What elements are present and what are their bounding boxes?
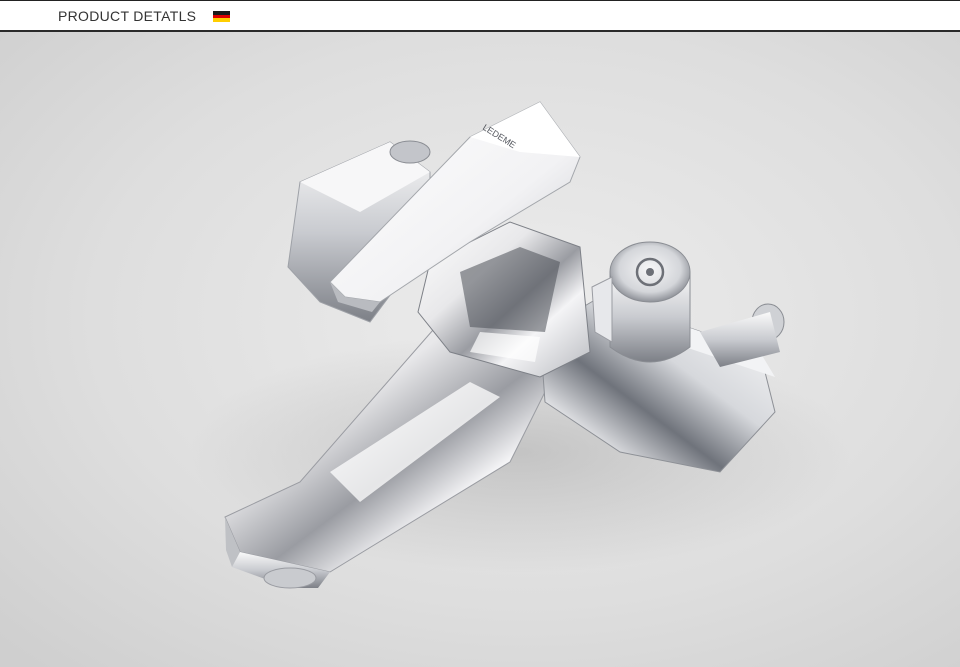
product-details-page: PRODUCT DETATLS LEDEME: [0, 0, 960, 667]
faucet-icon: LEDEME: [0, 32, 960, 667]
germany-flag-icon: [213, 11, 230, 23]
product-photo: LEDEME: [0, 32, 960, 667]
section-header: PRODUCT DETATLS: [0, 0, 960, 30]
section-title: PRODUCT DETATLS: [58, 8, 197, 24]
